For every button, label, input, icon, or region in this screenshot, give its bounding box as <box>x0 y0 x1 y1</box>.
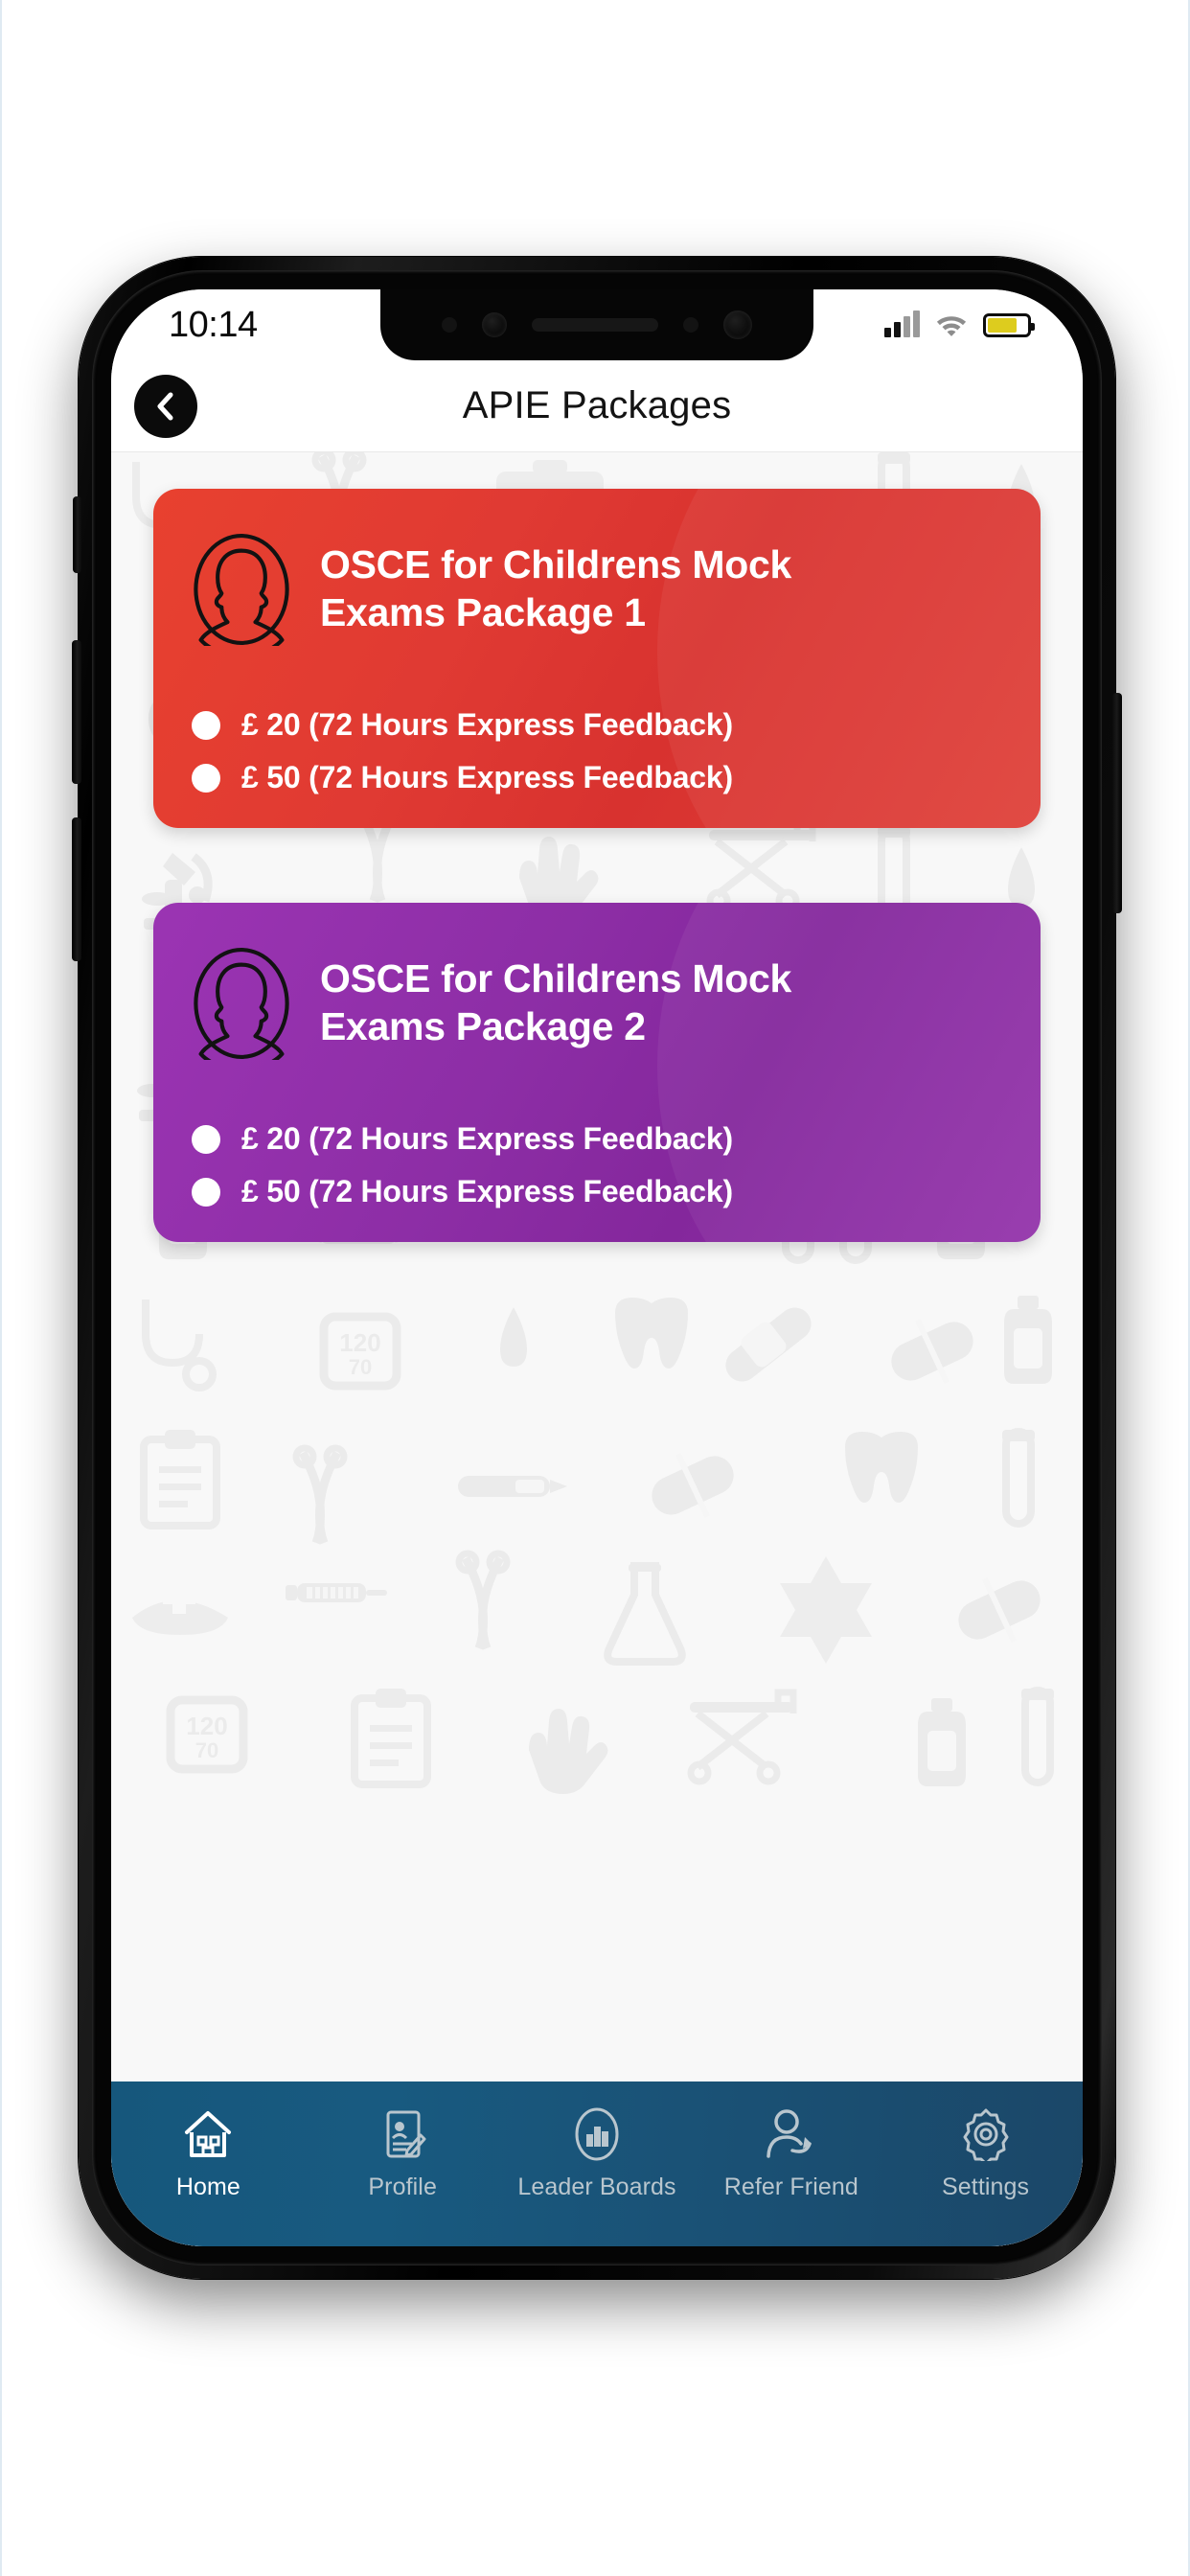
package-card-2[interactable]: OSCE for Childrens Mock Exams Package 2 … <box>153 903 1041 1242</box>
cellular-signal-icon <box>884 310 920 337</box>
nav-item-home[interactable]: Home <box>111 2106 306 2201</box>
phone-frame: 10:14 APIE Packages OSCE for Childrens M… <box>72 257 1122 2279</box>
person-avatar-icon <box>194 534 289 646</box>
app-header: APIE Packages <box>111 360 1083 452</box>
package-card-2-title: OSCE for Childrens Mock Exams Package 2 <box>320 956 792 1049</box>
package-card-1-title: OSCE for Childrens Mock Exams Package 1 <box>320 542 792 635</box>
radio-button-icon[interactable] <box>192 1177 220 1207</box>
bottom-navigation-bar: Home Profile Leader Boards Refer Friend … <box>111 2082 1083 2246</box>
phone-screen: 10:14 APIE Packages OSCE for Childrens M… <box>111 289 1083 2246</box>
nav-label-profile: Profile <box>368 2174 437 2200</box>
package-card-2-header: OSCE for Childrens Mock Exams Package 2 <box>192 945 1002 1060</box>
radio-button-icon[interactable] <box>192 1124 220 1154</box>
package-card-1-options: £ 20 (72 Hours Express Feedback) £ 50 (7… <box>192 707 1002 795</box>
wifi-icon <box>936 316 967 336</box>
profile-card-icon <box>377 2106 428 2162</box>
nav-item-leader-boards[interactable]: Leader Boards <box>500 2106 695 2201</box>
page-root: 10:14 APIE Packages OSCE for Childrens M… <box>0 0 1190 2576</box>
proximity-sensor-icon <box>442 317 457 333</box>
phone-notch <box>380 289 813 360</box>
nav-item-settings[interactable]: Settings <box>888 2106 1083 2201</box>
package-1-option-1-label: £ 50 (72 Hours Express Feedback) <box>241 760 733 794</box>
page-title: APIE Packages <box>462 384 732 426</box>
chevron-left-icon <box>157 392 173 420</box>
package-2-option-1-label: £ 50 (72 Hours Express Feedback) <box>241 1174 733 1208</box>
battery-icon <box>983 312 1035 337</box>
earpiece-speaker <box>532 318 658 332</box>
status-icons <box>884 310 1035 337</box>
ambient-sensor-icon <box>683 317 698 333</box>
package-1-option-1[interactable]: £ 50 (72 Hours Express Feedback) <box>192 760 1002 795</box>
package-2-option-0-label: £ 20 (72 Hours Express Feedback) <box>241 1121 733 1156</box>
package-1-option-0[interactable]: £ 20 (72 Hours Express Feedback) <box>192 707 1002 743</box>
volume-up-button[interactable] <box>72 640 81 784</box>
nav-label-refer-friend: Refer Friend <box>723 2174 858 2200</box>
radio-button-icon[interactable] <box>192 763 220 793</box>
content-area: 120 70 <box>111 452 1083 2246</box>
package-card-2-options: £ 20 (72 Hours Express Feedback) £ 50 (7… <box>192 1121 1002 1209</box>
power-button[interactable] <box>1112 693 1122 913</box>
package-card-list: OSCE for Childrens Mock Exams Package 1 … <box>111 452 1083 1242</box>
front-camera-icon <box>482 312 507 337</box>
nav-label-leader-boards: Leader Boards <box>517 2174 676 2200</box>
package-1-option-0-label: £ 20 (72 Hours Express Feedback) <box>241 707 733 742</box>
bar-chart-icon <box>571 2106 623 2162</box>
nav-item-refer-friend[interactable]: Refer Friend <box>694 2106 888 2201</box>
package-card-1-header: OSCE for Childrens Mock Exams Package 1 <box>192 531 1002 646</box>
nav-item-profile[interactable]: Profile <box>306 2106 500 2201</box>
package-2-option-1[interactable]: £ 50 (72 Hours Express Feedback) <box>192 1174 1002 1209</box>
nav-label-settings: Settings <box>942 2174 1030 2200</box>
silent-switch-button[interactable] <box>73 496 81 573</box>
home-icon <box>182 2106 234 2162</box>
package-card-1[interactable]: OSCE for Childrens Mock Exams Package 1 … <box>153 489 1041 828</box>
status-time: 10:14 <box>169 304 258 345</box>
gear-icon <box>959 2106 1013 2162</box>
back-button[interactable] <box>134 374 197 438</box>
volume-down-button[interactable] <box>72 817 81 961</box>
face-id-camera-icon <box>723 310 752 339</box>
package-2-option-0[interactable]: £ 20 (72 Hours Express Feedback) <box>192 1121 1002 1157</box>
nav-label-home: Home <box>175 2174 240 2200</box>
person-share-icon <box>764 2106 819 2162</box>
radio-button-icon[interactable] <box>192 710 220 740</box>
person-avatar-icon <box>194 948 289 1060</box>
